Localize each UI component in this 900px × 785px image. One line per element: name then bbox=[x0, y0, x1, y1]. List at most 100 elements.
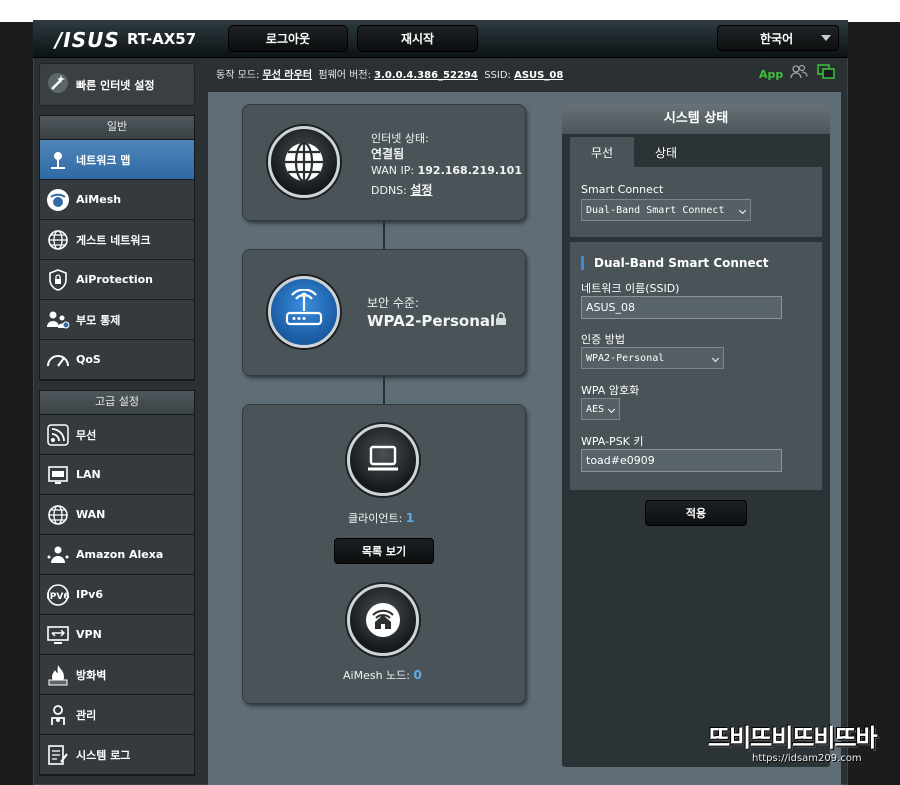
status-line: 동작 모드: 무선 라우터 펌웨어 버전: 3.0.0.4.386_52294 … bbox=[216, 66, 563, 81]
mode-label: 동작 모드: bbox=[216, 70, 260, 81]
parental-control-icon bbox=[40, 310, 76, 330]
encryption-value: AES bbox=[586, 403, 605, 415]
auth-method-label: 인증 방법 bbox=[581, 333, 625, 346]
psk-input[interactable]: toad#e0909 bbox=[581, 449, 782, 472]
security-level-value: WPA2-Personal bbox=[367, 312, 496, 330]
sidebar-item-wireless[interactable]: 무선 bbox=[40, 415, 194, 455]
ssid-link[interactable]: ASUS_08 bbox=[514, 70, 563, 81]
sidebar-item-vpn[interactable]: VPN bbox=[40, 615, 194, 655]
sidebar-item-label: 게스트 네트워크 bbox=[76, 233, 151, 247]
internet-status-value: 연결됨 bbox=[371, 147, 405, 161]
sidebar-item-administration[interactable]: 관리 bbox=[40, 695, 194, 735]
asus-logo: /ISUS bbox=[55, 28, 120, 52]
aimesh-nodes-row: AiMesh 노드: 0 bbox=[343, 667, 422, 683]
network-status-icon[interactable] bbox=[817, 64, 835, 84]
tab-wireless[interactable]: 무선 bbox=[570, 137, 634, 167]
ssid-label: SSID: bbox=[484, 70, 511, 81]
users-icon[interactable] bbox=[790, 64, 808, 84]
psk-label: WPA-PSK 키 bbox=[581, 435, 644, 448]
sidebar-item-network-map[interactable]: 네트워크 맵 bbox=[40, 140, 194, 180]
vpn-icon bbox=[40, 625, 76, 645]
clients-label: 클라이언트: bbox=[348, 512, 403, 525]
sidebar-item-label: 부모 통제 bbox=[76, 313, 121, 327]
tab-status[interactable]: 상태 bbox=[634, 137, 698, 167]
encryption-label: WPA 암호화 bbox=[581, 384, 640, 397]
internet-status-label: 인터넷 상태: bbox=[371, 132, 429, 145]
sidebar-item-label: 관리 bbox=[76, 708, 97, 722]
firmware-link[interactable]: 3.0.0.4.386_52294 bbox=[374, 70, 478, 81]
connector-line bbox=[383, 220, 385, 250]
encryption-select[interactable]: AES bbox=[581, 398, 620, 420]
ddns-link[interactable]: 설정 bbox=[410, 183, 432, 197]
sidebar-item-label: AiMesh bbox=[76, 193, 122, 206]
system-status-title: 시스템 상태 bbox=[562, 104, 830, 134]
firmware-label: 펌웨어 버전: bbox=[318, 70, 371, 81]
quick-internet-setup-button[interactable]: 빠른 인터넷 설정 bbox=[39, 63, 195, 106]
internet-globe-button[interactable] bbox=[268, 126, 340, 198]
auth-method-value: WPA2-Personal bbox=[586, 352, 665, 364]
sidebar-item-lan[interactable]: LAN bbox=[40, 455, 194, 495]
router-icon bbox=[285, 289, 323, 326]
language-select[interactable]: 한국어 bbox=[717, 25, 839, 51]
ssid-field-label: 네트워크 이름(SSID) bbox=[581, 282, 680, 295]
globe-icon bbox=[40, 504, 76, 526]
smart-connect-select[interactable]: Dual-Band Smart Connect bbox=[581, 199, 751, 221]
top-strip bbox=[0, 0, 900, 22]
view-list-button[interactable]: 목록 보기 bbox=[334, 538, 434, 564]
clients-count: 1 bbox=[405, 511, 415, 525]
wan-ip-label: WAN IP: bbox=[371, 164, 415, 177]
app-link[interactable]: App bbox=[759, 68, 783, 81]
aimesh-icon bbox=[40, 188, 76, 212]
ddns-label: DDNS: bbox=[371, 184, 407, 197]
sidebar-item-parental-control[interactable]: 부모 통제 bbox=[40, 300, 194, 340]
aimesh-icon bbox=[366, 603, 400, 637]
clients-row: 클라이언트: 1 bbox=[348, 510, 414, 526]
sidebar-item-ipv6[interactable]: IPV6 IPv6 bbox=[40, 575, 194, 615]
reboot-button[interactable]: 재시작 bbox=[357, 25, 478, 52]
logout-button[interactable]: 로그아웃 bbox=[228, 25, 348, 52]
lan-icon bbox=[40, 465, 76, 485]
sidebar-item-label: VPN bbox=[76, 628, 102, 641]
globe-icon bbox=[40, 229, 76, 251]
router-button[interactable] bbox=[268, 276, 340, 348]
chevron-down-icon bbox=[738, 206, 747, 215]
admin-icon bbox=[40, 704, 76, 726]
mode-link[interactable]: 무선 라우터 bbox=[263, 70, 312, 81]
firewall-icon bbox=[40, 664, 76, 686]
sidebar-item-guest-network[interactable]: 게스트 네트워크 bbox=[40, 220, 194, 260]
language-value: 한국어 bbox=[760, 31, 794, 46]
sidebar-item-system-log[interactable]: 시스템 로그 bbox=[40, 735, 194, 775]
sidebar-item-aimesh[interactable]: AiMesh bbox=[40, 180, 194, 220]
aimesh-nodes-count: 0 bbox=[413, 668, 422, 682]
clients-button[interactable] bbox=[347, 424, 419, 496]
ssid-input[interactable]: ASUS_08 bbox=[581, 296, 782, 319]
general-header: 일반 bbox=[40, 116, 194, 140]
connector-line bbox=[383, 375, 385, 405]
sidebar-item-label: 시스템 로그 bbox=[76, 748, 131, 762]
wan-ip-value: 192.168.219.101 bbox=[417, 164, 522, 177]
auth-method-select[interactable]: WPA2-Personal bbox=[581, 347, 724, 369]
sidebar-item-label: 무선 bbox=[76, 428, 97, 442]
sidebar-item-label: Amazon Alexa bbox=[76, 548, 164, 561]
svg-text:IPV6: IPV6 bbox=[46, 592, 69, 602]
lock-shield-icon bbox=[40, 268, 76, 291]
sidebar-item-qos[interactable]: QoS bbox=[40, 340, 194, 380]
sidebar-item-label: LAN bbox=[76, 468, 101, 481]
apply-button[interactable]: 적용 bbox=[645, 500, 747, 526]
model-name: RT-AX57 bbox=[127, 30, 197, 48]
chevron-down-icon bbox=[821, 35, 831, 41]
sidebar-item-aiprotection[interactable]: AiProtection bbox=[40, 260, 194, 300]
chevron-down-icon bbox=[607, 405, 616, 414]
sidebar-item-wan[interactable]: WAN bbox=[40, 495, 194, 535]
smart-connect-label: Smart Connect bbox=[581, 183, 664, 196]
sidebar-item-firewall[interactable]: 방화벽 bbox=[40, 655, 194, 695]
sidebar-item-amazon-alexa[interactable]: Amazon Alexa bbox=[40, 535, 194, 575]
wan-ip-row: WAN IP: 192.168.219.101 bbox=[371, 164, 522, 177]
sidebar-item-label: 네트워크 맵 bbox=[76, 153, 131, 167]
aimesh-node-button[interactable] bbox=[347, 584, 419, 656]
sidebar-item-label: QoS bbox=[76, 353, 101, 366]
aimesh-nodes-label: AiMesh 노드: bbox=[343, 669, 410, 682]
wireless-icon bbox=[40, 423, 76, 446]
ddns-row: DDNS: 설정 bbox=[371, 181, 432, 198]
watermark-url: https://idsam209.com bbox=[752, 753, 862, 764]
